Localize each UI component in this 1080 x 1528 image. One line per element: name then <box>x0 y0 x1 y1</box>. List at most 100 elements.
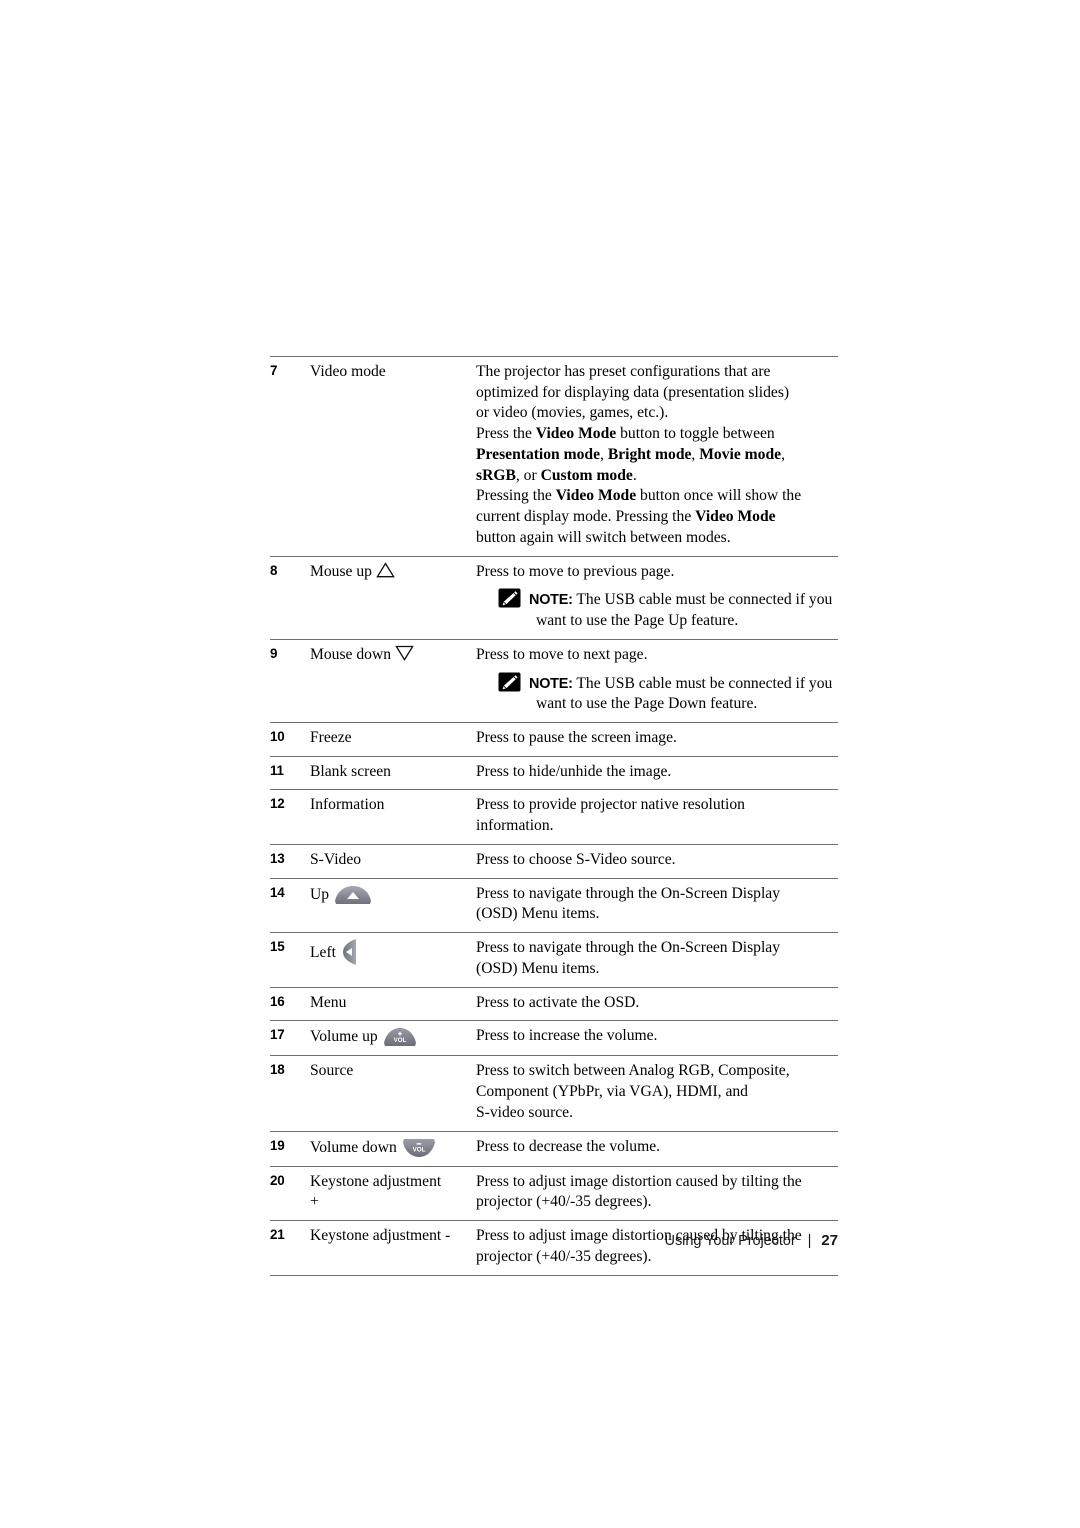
row-number: 11 <box>270 762 284 778</box>
row-number: 17 <box>270 1027 285 1043</box>
description-line: (OSD) Menu items. <box>476 959 600 977</box>
row-name-label: Information <box>310 796 385 814</box>
row-description-cell: Press to adjust image distortion caused … <box>476 1166 838 1220</box>
row-description-cell: Press to hide/unhide the image. <box>476 756 838 790</box>
emphasis-text: Presentation mode <box>476 445 601 463</box>
row-name-cell: Volume down VOL <box>310 1131 476 1166</box>
row-number-cell: 19 <box>270 1131 310 1166</box>
row-name-cell: Up <box>310 878 476 932</box>
row-name-cell: Source <box>310 1056 476 1131</box>
svg-text:VOL: VOL <box>412 1146 425 1153</box>
description-line: Press to navigate through the On-Screen … <box>476 939 781 957</box>
row-number: 12 <box>270 796 285 812</box>
row-description-cell: Press to move to previous page. NOTE: The… <box>476 556 838 639</box>
row-number-cell: 7 <box>270 357 310 557</box>
description-line: Press to move to next page. <box>476 645 648 663</box>
note-pencil-icon <box>498 672 521 692</box>
row-description-cell: Press to choose S-Video source. <box>476 844 838 878</box>
row-name-cell: Video mode <box>310 357 476 557</box>
row-description-cell: Press to activate the OSD. <box>476 987 838 1021</box>
footer-section-title: Using Your Projector <box>664 1233 796 1249</box>
row-number: 15 <box>270 939 285 955</box>
description-line: projector (+40/-35 degrees). <box>476 1193 652 1211</box>
description-line: Press the Video Mode button to toggle be… <box>476 424 838 445</box>
table-row: 8 Mouse up Press to move to previous page.… <box>270 556 838 639</box>
description-line: sRGB, or Custom mode. <box>476 466 838 487</box>
row-name-cell: Keystone adjustment + <box>310 1166 476 1220</box>
row-description-cell: Press to navigate through the On-Screen … <box>476 933 838 987</box>
table-row: 7 Video mode The projector has preset conf… <box>270 356 838 557</box>
note-pencil-icon <box>498 588 521 608</box>
description-line: button again will switch between modes. <box>476 528 731 546</box>
svg-text:VOL: VOL <box>393 1038 406 1045</box>
description-line: Press to provide projector native resolu… <box>476 796 745 814</box>
row-number: 14 <box>270 884 285 900</box>
table-row: 10 Freeze Press to pause the screen image. <box>270 722 838 757</box>
emphasis-text: Bright mode <box>607 445 692 463</box>
note-content: NOTE: The USB cable must be connected if… <box>498 588 838 631</box>
document-page: 7 Video mode The projector has preset conf… <box>0 0 1080 1528</box>
row-number-cell: 15 <box>270 933 310 987</box>
row-name-cell: Menu <box>310 987 476 1021</box>
note-text: The USB cable must be connected if you w… <box>536 591 833 630</box>
row-name-label: Left <box>310 944 336 962</box>
row-name-label: Volume down <box>310 1138 397 1156</box>
emphasis-text: Video Mode <box>695 508 776 526</box>
row-number: 18 <box>270 1062 285 1078</box>
body-text: Pressing the <box>476 487 556 505</box>
row-number-cell: 14 <box>270 878 310 932</box>
description-line: Press to choose S-Video source. <box>476 850 676 868</box>
table-row: 20 Keystone adjustment + Press to adjust im… <box>270 1166 838 1220</box>
table-row: 14 Up Press to navigate through the On-Scr… <box>270 878 838 932</box>
button-volume-up-icon: VOL <box>383 1028 416 1047</box>
row-name-label: Menu <box>310 993 347 1011</box>
description-line: or video (movies, games, etc.). <box>476 404 669 422</box>
row-number: 20 <box>270 1172 285 1188</box>
note-content: NOTE: The USB cable must be connected if… <box>498 672 838 715</box>
emphasis-text: Video Mode <box>555 487 637 505</box>
remote-control-function-table: 7 Video mode The projector has preset conf… <box>270 356 838 1276</box>
row-number: 7 <box>270 363 278 378</box>
emphasis-text: sRGB <box>476 466 516 484</box>
emphasis-text: Movie mode <box>699 445 782 463</box>
description-line: Press to increase the volume. <box>476 1027 658 1045</box>
row-name-label: Video mode <box>310 363 386 380</box>
description-line: Press to move to previous page. <box>476 562 675 580</box>
row-number-cell: 10 <box>270 723 310 757</box>
row-name-label: Blank screen <box>310 762 391 780</box>
triangle-up-outline-icon <box>376 561 395 577</box>
description-line: Press to decrease the volume. <box>476 1137 661 1155</box>
button-volume-down-icon: VOL <box>402 1138 435 1157</box>
note-label: NOTE: <box>529 675 573 692</box>
row-description-cell: Press to decrease the volume. <box>476 1131 838 1166</box>
row-name-label: Volume up <box>310 1028 378 1046</box>
row-number-cell: 9 <box>270 639 310 722</box>
note-label: NOTE: <box>529 592 573 609</box>
row-name-cell: Freeze <box>310 723 476 757</box>
row-number-cell: 16 <box>270 987 310 1021</box>
footer-page-number: 27 <box>821 1232 838 1249</box>
description-line: Press to adjust image distortion caused … <box>476 1172 802 1190</box>
body-text: button once will show the <box>636 487 802 505</box>
description-line: information. <box>476 817 554 835</box>
row-name-cell: Blank screen <box>310 756 476 790</box>
row-name-label: Up <box>310 885 330 903</box>
body-text: , <box>781 445 785 463</box>
note-callout: NOTE: The USB cable must be connected if… <box>476 672 838 715</box>
row-description-cell: Press to increase the volume. <box>476 1021 838 1056</box>
description-line: projector (+40/-35 degrees). <box>476 1247 652 1265</box>
button-up-arrow-icon <box>335 885 372 904</box>
body-text: button to toggle between <box>616 425 775 443</box>
row-number-cell: 11 <box>270 756 310 790</box>
row-number-cell: 17 <box>270 1021 310 1056</box>
table-row: 15 Left Press to navigate through the On-S… <box>270 932 838 987</box>
row-name-label: S-Video <box>310 850 362 868</box>
footer-separator: | <box>807 1233 812 1249</box>
button-left-arrow-icon <box>342 939 356 966</box>
row-name-label: Keystone adjustment + <box>310 1172 442 1211</box>
row-number: 9 <box>270 645 278 661</box>
row-number: 13 <box>270 850 285 866</box>
table-row: 16 Menu Press to activate the OSD. <box>270 987 838 1021</box>
description-line: (OSD) Menu items. <box>476 905 600 923</box>
row-name-label: Mouse up <box>310 562 372 580</box>
